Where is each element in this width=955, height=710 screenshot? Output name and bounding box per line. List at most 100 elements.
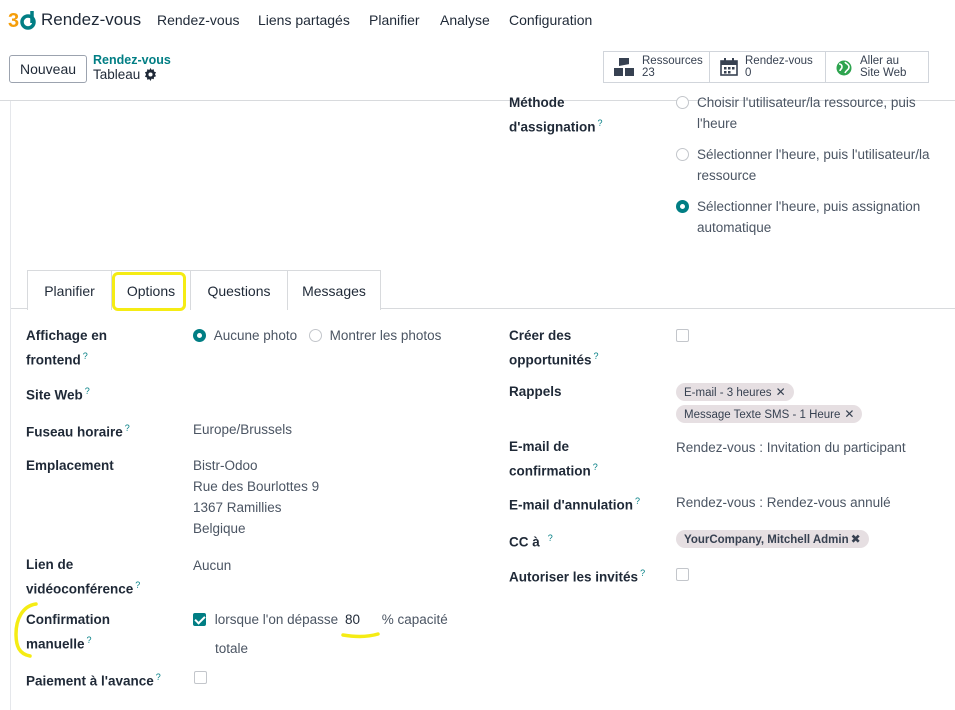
videoconference-label-2: vidéoconférence — [26, 581, 134, 597]
app-name[interactable]: Rendez-vous — [41, 10, 141, 30]
show-photos-radio[interactable] — [308, 329, 322, 342]
resources-count: 23 — [642, 67, 655, 79]
help-icon[interactable]: ? — [594, 351, 599, 361]
cc-label-text: CC à — [509, 534, 540, 550]
appointments-count: 0 — [745, 67, 752, 79]
resources-label: Ressources — [642, 55, 703, 67]
assignment-option-1-line2: l'heure — [697, 116, 738, 131]
confirmation-email-label: E-mail de confirmation? — [509, 436, 598, 482]
frontend-display-label-1: Affichage en — [26, 328, 108, 343]
resources-icon — [614, 58, 634, 76]
breadcrumb-current-label: Tableau — [93, 67, 141, 82]
gear-icon[interactable] — [144, 68, 157, 81]
prepayment-field — [194, 667, 207, 688]
assignment-option-2-text[interactable]: Sélectionner l'heure, puis l'utilisateur… — [697, 144, 930, 186]
tab-questions[interactable]: Questions — [190, 270, 288, 310]
create-opportunities-label-1: Créer des — [509, 328, 572, 343]
help-icon[interactable]: ? — [135, 580, 140, 590]
menu-configuration[interactable]: Configuration — [509, 12, 592, 28]
assignment-radio-3[interactable] — [676, 200, 689, 213]
manual-confirmation-label-2: manuelle — [26, 636, 85, 652]
assignment-option-2-line2: ressource — [697, 168, 757, 183]
cc-tag-label: YourCompany, Mitchell Admin — [684, 534, 849, 546]
app-logo-icon[interactable]: 3 — [8, 9, 40, 31]
assignment-radio-1[interactable] — [676, 96, 689, 109]
assignment-method-label-1: Méthode — [509, 95, 565, 110]
frontend-display-label: Affichage en frontend? — [26, 325, 107, 371]
create-opportunities-checkbox[interactable] — [676, 329, 689, 342]
manual-confirmation-label-1: Confirmation — [26, 612, 110, 627]
help-icon[interactable]: ? — [640, 568, 645, 578]
menu-analyse[interactable]: Analyse — [440, 12, 490, 28]
assignment-option-1-text[interactable]: Choisir l'utilisateur/la ressource, puis… — [697, 92, 916, 134]
confirmation-email-label-1: E-mail de — [509, 439, 570, 454]
manual-confirmation-checkbox[interactable] — [193, 613, 206, 626]
reminder-tag[interactable]: E-mail - 3 heures ✕ — [676, 383, 794, 401]
no-photo-radio[interactable] — [193, 329, 206, 342]
assignment-option-3[interactable] — [676, 196, 689, 217]
prepayment-label-text: Paiement à l'avance — [26, 673, 154, 689]
go-to-website-smart-button[interactable]: Aller au Site Web — [825, 51, 929, 83]
menu-rendez-vous[interactable]: Rendez-vous — [157, 12, 240, 28]
capacity-percentage-suffix: % capacité — [381, 612, 448, 627]
appointments-smart-button[interactable]: Rendez-vous 0 — [709, 51, 826, 83]
frontend-display-label-2: frontend — [26, 352, 81, 368]
manual-confirmation-label: Confirmation manuelle? — [26, 609, 110, 655]
tab-messages[interactable]: Messages — [287, 270, 381, 310]
videoconference-label: Lien de vidéoconférence? — [26, 554, 140, 600]
assignment-option-2-line1: Sélectionner l'heure, puis l'utilisateur… — [697, 147, 930, 162]
location-label: Emplacement — [26, 458, 114, 473]
help-icon[interactable]: ? — [125, 423, 130, 433]
videoconference-value[interactable]: Aucun — [193, 555, 231, 576]
help-icon[interactable]: ? — [635, 496, 640, 506]
prepayment-label: Paiement à l'avance? — [26, 667, 161, 692]
resources-smart-button[interactable]: Ressources 23 — [603, 51, 710, 83]
location-value[interactable]: Bistr-Odoo Rue des Bourlottes 9 1367 Ram… — [193, 455, 319, 539]
menu-planifier[interactable]: Planifier — [369, 12, 420, 28]
capacity-percentage-input[interactable]: 80 — [345, 612, 360, 627]
manual-confirmation-text-2: totale — [215, 641, 249, 656]
go-to-website-label-1: Aller au — [860, 55, 899, 67]
breadcrumb-current: Tableau — [93, 67, 157, 82]
assignment-option-2[interactable] — [676, 144, 689, 165]
allow-guests-checkbox[interactable] — [676, 568, 689, 581]
assignment-radio-2[interactable] — [676, 148, 689, 161]
help-icon[interactable]: ? — [548, 533, 553, 543]
confirmation-email-value[interactable]: Rendez-vous : Invitation du participant — [676, 437, 906, 458]
new-button[interactable]: Nouveau — [9, 55, 87, 83]
timezone-value[interactable]: Europe/Brussels — [193, 419, 292, 440]
reminder-tag-label: E-mail - 3 heures — [684, 387, 772, 399]
reminder-tag[interactable]: Message Texte SMS - 1 Heure ✕ — [676, 405, 863, 423]
assignment-option-1[interactable] — [676, 92, 689, 113]
help-icon[interactable]: ? — [83, 351, 88, 361]
breadcrumb-parent[interactable]: Rendez-vous — [93, 53, 171, 67]
assignment-option-1-line1: Choisir l'utilisateur/la ressource, puis — [697, 95, 916, 110]
website-label: Site Web? — [26, 381, 90, 406]
allow-guests-label: Autoriser les invités? — [509, 563, 645, 588]
help-icon[interactable]: ? — [593, 462, 598, 472]
prepayment-checkbox[interactable] — [194, 671, 207, 684]
timezone-label-text: Fuseau horaire — [26, 424, 123, 440]
create-opportunities-field — [676, 325, 689, 346]
cancellation-email-value[interactable]: Rendez-vous : Rendez-vous annulé — [676, 492, 891, 513]
help-icon[interactable]: ? — [87, 635, 92, 645]
show-photos-label[interactable]: Montrer les photos — [330, 328, 442, 343]
remove-tag-icon[interactable]: ✕ — [776, 385, 786, 399]
go-to-website-label-2: Site Web — [860, 67, 907, 79]
menu-liens-partages[interactable]: Liens partagés — [258, 12, 350, 28]
remove-tag-icon[interactable]: ✕ — [844, 407, 854, 421]
cc-tag[interactable]: YourCompany, Mitchell Admin ✖ — [676, 530, 869, 548]
remove-tag-icon[interactable]: ✖ — [851, 532, 861, 546]
help-icon[interactable]: ? — [156, 672, 161, 682]
no-photo-label[interactable]: Aucune photo — [214, 328, 297, 343]
tab-planifier[interactable]: Planifier — [27, 270, 112, 310]
cancellation-email-label: E-mail d'annulation? — [509, 491, 640, 516]
help-icon[interactable]: ? — [85, 386, 90, 396]
help-icon[interactable]: ? — [597, 118, 602, 128]
assignment-option-3-text[interactable]: Sélectionner l'heure, puis assignation a… — [697, 196, 920, 238]
cancellation-email-label-text: E-mail d'annulation — [509, 497, 633, 513]
assignment-option-3-line2: automatique — [697, 220, 772, 235]
allow-guests-label-text: Autoriser les invités — [509, 569, 639, 585]
form-sheet: Méthode d'assignation? Choisir l'utilisa… — [10, 95, 955, 710]
calendar-icon — [720, 58, 738, 76]
